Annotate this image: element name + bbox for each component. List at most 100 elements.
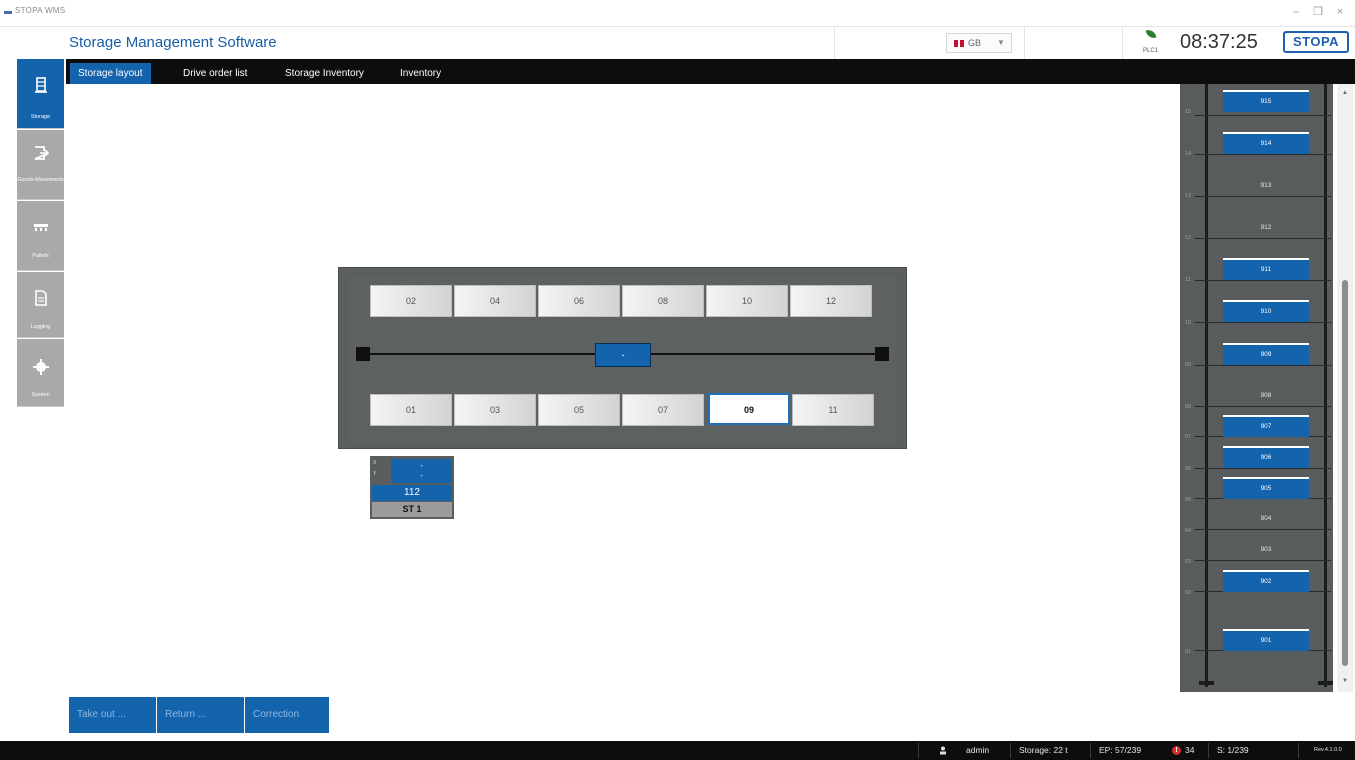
- minimize-button[interactable]: –: [1284, 3, 1308, 21]
- rail-end-left: [356, 347, 370, 361]
- shelf-slot-occupied[interactable]: 906: [1223, 446, 1309, 468]
- sidebar-item-goods-movements[interactable]: Goods-Movements: [17, 130, 64, 200]
- lift-cell-11[interactable]: 11: [792, 394, 874, 426]
- pallet-icon: [34, 224, 48, 231]
- restore-button[interactable]: ❐: [1306, 3, 1330, 21]
- sidebar-item-pallets[interactable]: Pallets: [17, 201, 64, 271]
- shelf-level-line: [1195, 196, 1331, 197]
- language-select[interactable]: GB ▼: [946, 33, 1012, 53]
- lift-cell-07[interactable]: 07: [622, 394, 704, 426]
- app-icon: [4, 11, 12, 14]
- lift-cell-12[interactable]: 12: [790, 285, 872, 317]
- station-name: ST 1: [372, 502, 452, 517]
- shelf-row-number: 01: [1185, 649, 1192, 655]
- language-code: GB: [968, 38, 982, 48]
- lift-carriage[interactable]: -: [595, 343, 651, 367]
- shelf-slot-occupied[interactable]: 907: [1223, 415, 1309, 437]
- shelf-level-line: [1195, 468, 1331, 469]
- gear-icon: [33, 359, 49, 375]
- tab-drive-order-list[interactable]: Drive order list: [175, 63, 255, 84]
- take-out-button[interactable]: Take out ...: [69, 697, 156, 733]
- user-icon: [940, 746, 946, 755]
- lift-cell-05[interactable]: 05: [538, 394, 620, 426]
- shelf-row-number: 04: [1185, 528, 1192, 534]
- lift-cell-04[interactable]: 04: [454, 285, 536, 317]
- tab-storage-inventory[interactable]: Storage Inventory: [277, 63, 372, 84]
- lift-cell-08[interactable]: 08: [622, 285, 704, 317]
- status-divider: [918, 743, 919, 758]
- shelf-slot-empty[interactable]: 913: [1223, 177, 1309, 195]
- sidebar-item-label: Logging: [30, 324, 51, 330]
- status-bar: admin Storage: 22 t EP: 57/239 ! 34 S: 1…: [0, 741, 1355, 760]
- sidebar-item-system[interactable]: System: [17, 339, 64, 407]
- status-error-count[interactable]: 34: [1185, 741, 1194, 760]
- window-title: STOPA WMS: [15, 6, 66, 15]
- sidebar-item-logging[interactable]: Logging: [17, 272, 64, 338]
- shelf-slot-occupied[interactable]: 902: [1223, 570, 1309, 592]
- vertical-scrollbar[interactable]: ▲ ▼: [1337, 84, 1353, 692]
- shelf-level-line: [1195, 529, 1331, 530]
- correction-button[interactable]: Correction: [245, 697, 329, 733]
- shelf-view: 15 14 13 12 11 10 09 08 07 06 05 04 03 0…: [1180, 84, 1333, 692]
- plc-status: PLC1: [1143, 27, 1161, 60]
- shelf-row-number: 05: [1185, 497, 1192, 503]
- scroll-down-icon[interactable]: ▼: [1337, 678, 1353, 684]
- shelf-row-number: 14: [1185, 151, 1192, 157]
- shelf-slot-occupied[interactable]: 909: [1223, 343, 1309, 365]
- station-number: 112: [372, 485, 452, 501]
- shelf-row-number: 15: [1185, 109, 1192, 115]
- tab-inventory[interactable]: Inventory: [392, 63, 449, 84]
- close-button[interactable]: ×: [1328, 3, 1352, 21]
- status-ep: EP: 57/239: [1099, 745, 1142, 755]
- lift-cell-03[interactable]: 03: [454, 394, 536, 426]
- shelf-slot-empty[interactable]: 903: [1223, 541, 1309, 559]
- status-user: admin: [966, 745, 990, 755]
- gb-flag-icon: [954, 40, 964, 47]
- shelf-row-number: 10: [1185, 320, 1192, 326]
- shelf-slot-empty[interactable]: 912: [1223, 219, 1309, 237]
- return-button[interactable]: Return ...: [157, 697, 244, 733]
- station-card[interactable]: X Y - - 112 ST 1: [370, 456, 454, 519]
- station-mini-label: X: [373, 460, 377, 466]
- shelf-slot-occupied[interactable]: 911: [1223, 258, 1309, 280]
- tab-storage-layout[interactable]: Storage layout: [70, 63, 151, 84]
- shelf-post: [1205, 84, 1208, 687]
- lift-cell-02[interactable]: 02: [370, 285, 452, 317]
- sidebar-item-label: Goods-Movements: [17, 177, 64, 183]
- scrollbar-thumb[interactable]: [1342, 280, 1348, 666]
- shelf-slot-occupied[interactable]: 901: [1223, 629, 1309, 651]
- shelf-row-number: 09: [1185, 362, 1192, 368]
- shelf-slot-occupied[interactable]: 914: [1223, 132, 1309, 154]
- sidebar-item-storage[interactable]: Storage: [17, 59, 64, 129]
- lift-cell-01[interactable]: 01: [370, 394, 452, 426]
- shelf-slot-occupied[interactable]: 910: [1223, 300, 1309, 322]
- lift-cell-10[interactable]: 10: [706, 285, 788, 317]
- shelf-slot-occupied[interactable]: 905: [1223, 477, 1309, 499]
- shelf-slot-empty[interactable]: 908: [1223, 387, 1309, 405]
- header-divider: [834, 27, 835, 60]
- station-status-line: -: [420, 461, 423, 470]
- clock: 08:37:25: [1180, 31, 1258, 53]
- status-divider: [1090, 743, 1091, 758]
- sidebar-item-label: Storage: [30, 114, 51, 120]
- status-divider: [1298, 743, 1299, 758]
- shelf-post: [1324, 84, 1327, 687]
- scroll-up-icon[interactable]: ▲: [1337, 90, 1353, 96]
- sidebar-item-label: System: [31, 392, 50, 398]
- shelf-level-line: [1195, 115, 1331, 116]
- sidebar-item-label: Pallets: [32, 253, 49, 259]
- header-divider: [1122, 27, 1123, 60]
- shelf-slot-empty[interactable]: 904: [1223, 510, 1309, 528]
- leaf-icon: [1145, 27, 1157, 41]
- shelf-row-number: 02: [1185, 590, 1192, 596]
- status-s: S: 1/239: [1217, 745, 1249, 755]
- plc-label: PLC1: [1143, 48, 1159, 54]
- shelf-foot: [1318, 681, 1333, 685]
- lift-cell-09-selected[interactable]: 09: [708, 393, 790, 425]
- lift-cell-06[interactable]: 06: [538, 285, 620, 317]
- window-titlebar: STOPA WMS – ❐ ×: [0, 0, 1355, 26]
- exit-arrow-icon: [34, 146, 49, 160]
- shelf-slot-occupied[interactable]: 915: [1223, 90, 1309, 112]
- station-status-line: -: [420, 471, 423, 480]
- shelf-row-number: 13: [1185, 193, 1192, 199]
